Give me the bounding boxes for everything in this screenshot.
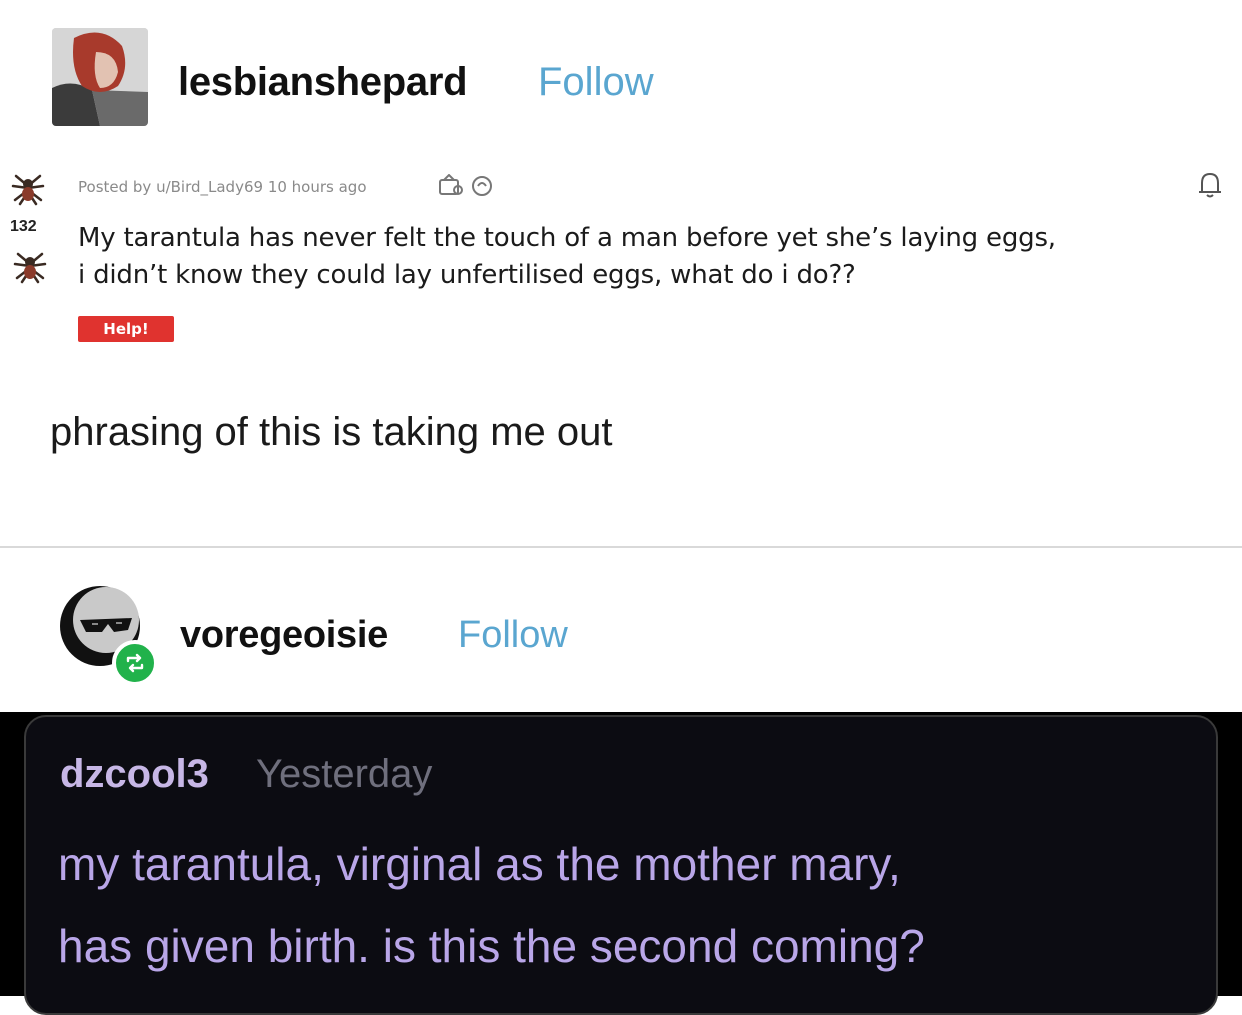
flair-label: Help!	[103, 320, 149, 338]
vote-count: 132	[10, 218, 37, 235]
reply-text-line-1: my tarantula, virginal as the mother mar…	[58, 838, 901, 890]
help-flair-badge: Help!	[78, 316, 174, 342]
reblog-icon	[112, 640, 158, 686]
follow-button[interactable]: Follow	[538, 60, 654, 105]
comment-text: phrasing of this is taking me out	[50, 410, 613, 454]
reply-username[interactable]: dzcool3	[60, 752, 209, 797]
reblogger-username[interactable]: voregeoisie	[180, 614, 388, 657]
award-icon	[438, 173, 464, 198]
posted-by-meta: Posted by u/Bird_Lady69 10 hours ago	[78, 178, 367, 196]
reblogger-follow-button[interactable]: Follow	[458, 614, 568, 657]
reply-text-line-2: has given birth. is this the second comi…	[58, 920, 925, 972]
award-icon-2	[470, 174, 496, 198]
post-title-line-2[interactable]: i didn’t know they could lay unfertilise…	[78, 257, 856, 294]
avatar-lesbianshepard[interactable]	[52, 28, 148, 126]
downvote-spider-icon[interactable]	[12, 248, 48, 284]
upvote-spider-icon[interactable]	[10, 170, 46, 206]
post-title-line-1[interactable]: My tarantula has never felt the touch of…	[78, 220, 1056, 257]
divider	[0, 546, 1242, 548]
reply-timestamp: Yesterday	[256, 752, 433, 796]
bell-icon[interactable]	[1196, 170, 1224, 200]
post-username[interactable]: lesbianshepard	[178, 60, 468, 105]
